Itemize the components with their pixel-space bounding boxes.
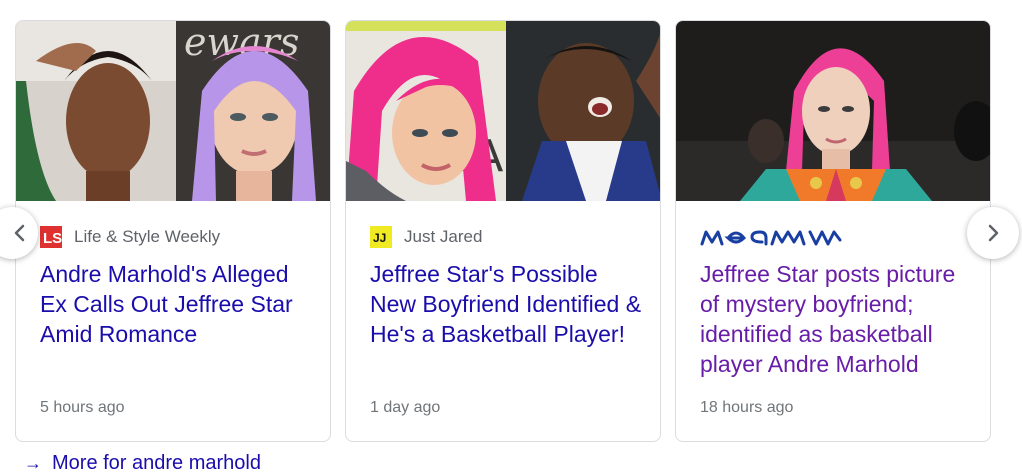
news-timestamp: 5 hours ago bbox=[40, 399, 125, 416]
news-source: LS Life & Style Weekly bbox=[40, 225, 220, 249]
svg-text:LS: LS bbox=[43, 230, 62, 247]
news-card[interactable]: Jeffree Star posts picture of mystery bo… bbox=[675, 20, 991, 442]
news-headline[interactable]: Jeffree Star's Possible New Boyfriend Id… bbox=[370, 259, 642, 349]
news-card[interactable]: ewars LS Life & Style Weekly Andre Marho… bbox=[15, 20, 331, 442]
news-source bbox=[700, 225, 848, 249]
news-timestamp: 1 day ago bbox=[370, 399, 441, 416]
just-jared-logo-icon: JJ bbox=[370, 226, 392, 248]
news-thumbnail[interactable]: VA bbox=[346, 21, 660, 201]
news-thumbnail[interactable]: ewars bbox=[16, 21, 330, 201]
news-source-name: Just Jared bbox=[404, 227, 483, 246]
news-source: JJ Just Jared bbox=[370, 225, 482, 249]
news-source-name: Life & Style Weekly bbox=[74, 227, 221, 246]
news-carousel: ewars LS Life & Style Weekly Andre Marho… bbox=[0, 0, 1022, 464]
chevron-right-icon bbox=[986, 224, 1000, 242]
life-and-style-logo-icon: LS bbox=[40, 226, 62, 248]
news-card[interactable]: VA JJ bbox=[345, 20, 661, 442]
chevron-left-icon bbox=[13, 224, 27, 242]
svg-text:JJ: JJ bbox=[373, 231, 386, 245]
carousel-next-button[interactable] bbox=[967, 207, 1019, 259]
news-headline[interactable]: Andre Marhold's Alleged Ex Calls Out Jef… bbox=[40, 259, 312, 349]
meaww-logo-icon bbox=[700, 226, 848, 248]
news-timestamp: 18 hours ago bbox=[700, 399, 794, 416]
news-thumbnail[interactable] bbox=[676, 21, 990, 201]
news-headline[interactable]: Jeffree Star posts picture of mystery bo… bbox=[700, 259, 972, 379]
